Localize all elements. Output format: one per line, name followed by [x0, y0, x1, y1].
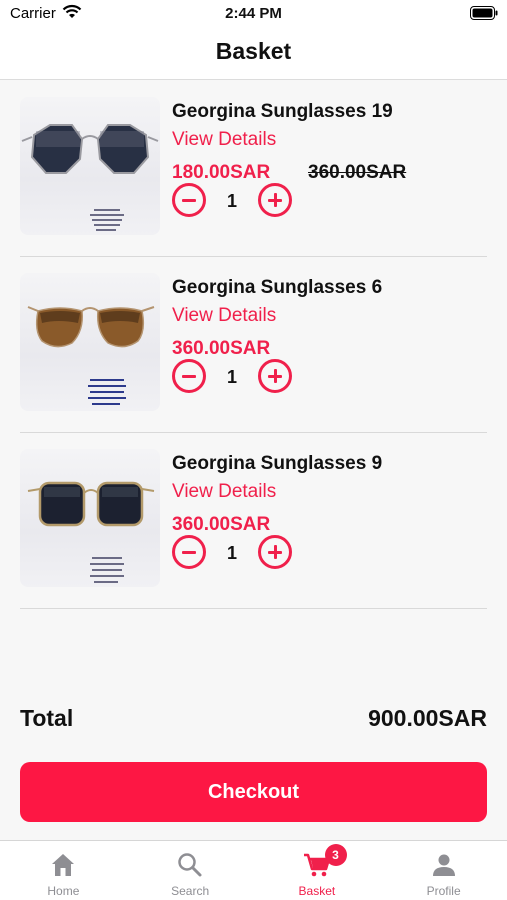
tab-label: Basket [298, 884, 336, 898]
view-details-link[interactable]: View Details [172, 129, 276, 151]
decrease-quantity-button[interactable] [172, 183, 206, 217]
increase-quantity-button[interactable] [258, 535, 292, 569]
decrease-quantity-button[interactable] [172, 535, 206, 569]
tab-bar: Home Search 3 Basket Profile [0, 840, 507, 900]
original-price: 360.00SAR [308, 162, 407, 183]
quantity-value: 1 [226, 367, 237, 387]
product-image[interactable] [20, 273, 160, 411]
tab-profile[interactable]: Profile [380, 841, 507, 900]
basket-item: Georgina Sunglasses 19 View Details 180.… [20, 81, 487, 257]
product-price: 360.00SAR [172, 338, 271, 359]
tab-basket[interactable]: 3 Basket [254, 841, 381, 900]
quantity-value: 1 [226, 191, 237, 211]
label-text-lines [88, 379, 126, 405]
quantity-value: 1 [226, 543, 237, 563]
status-bar: Carrier 2:44 PM [0, 0, 507, 28]
product-image[interactable] [20, 97, 160, 235]
view-details-link[interactable]: View Details [172, 481, 276, 503]
tab-home[interactable]: Home [0, 841, 127, 900]
basket-item: Georgina Sunglasses 9 View Details 360.0… [20, 433, 487, 609]
tab-label: Search [171, 884, 210, 898]
total-value: 900.00SAR [368, 705, 487, 731]
battery-icon [470, 6, 498, 25]
tab-label: Home [47, 884, 80, 898]
product-name: Georgina Sunglasses 6 [172, 277, 383, 298]
product-name: Georgina Sunglasses 19 [172, 101, 393, 122]
page-title: Basket [215, 38, 292, 64]
product-image[interactable] [20, 449, 160, 587]
basket-item: Georgina Sunglasses 6 View Details 360.0… [20, 257, 487, 433]
total-label: Total [20, 705, 74, 731]
tab-label: Profile [426, 884, 461, 898]
clock: 2:44 PM [225, 5, 282, 22]
profile-icon [430, 851, 458, 879]
search-icon [176, 851, 204, 879]
increase-quantity-button[interactable] [258, 183, 292, 217]
product-name: Georgina Sunglasses 9 [172, 453, 383, 474]
view-details-link[interactable]: View Details [172, 305, 276, 327]
increase-quantity-button[interactable] [258, 359, 292, 393]
checkout-button[interactable]: Checkout [20, 762, 487, 822]
tab-search[interactable]: Search [127, 841, 254, 900]
decrease-quantity-button[interactable] [172, 359, 206, 393]
label-text-lines [90, 557, 124, 583]
cart-count-badge: 3 [324, 844, 347, 866]
nav-header: Basket [0, 28, 507, 80]
product-price: 360.00SAR [172, 514, 271, 535]
home-icon [49, 851, 77, 879]
basket-list: Georgina Sunglasses 19 View Details 180.… [0, 81, 507, 609]
product-price: 180.00SAR [172, 162, 271, 183]
label-text-lines [90, 209, 124, 231]
